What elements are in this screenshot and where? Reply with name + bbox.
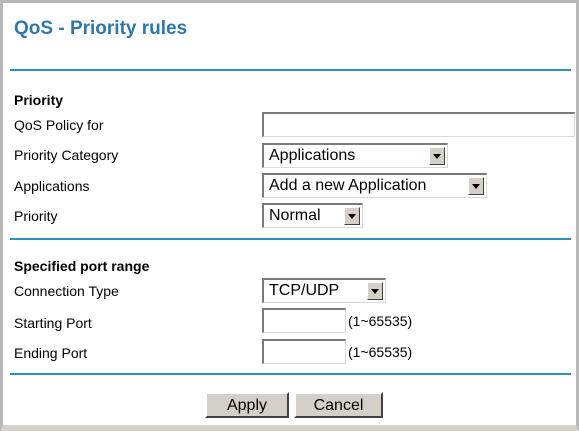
ending-port-input[interactable] (262, 339, 346, 364)
divider-middle (10, 238, 571, 240)
chevron-down-icon[interactable] (429, 147, 445, 165)
priority-section-heading: Priority (14, 92, 64, 108)
chevron-down-icon[interactable] (344, 207, 360, 225)
priority-select[interactable]: Normal (262, 203, 363, 228)
applications-label: Applications (14, 178, 90, 194)
connection-type-label: Connection Type (14, 283, 119, 299)
priority-category-value: Applications (269, 147, 356, 164)
priority-category-label: Priority Category (14, 147, 119, 163)
chevron-down-icon[interactable] (468, 177, 484, 195)
page-title: QoS - Priority rules (14, 18, 188, 39)
connection-type-value: TCP/UDP (269, 282, 340, 299)
ending-port-range-hint: (1~65535) (348, 344, 413, 360)
priority-label: Priority (14, 208, 58, 224)
qos-policy-label: QoS Policy for (14, 117, 104, 133)
qos-policy-input[interactable] (262, 112, 575, 137)
starting-port-input[interactable] (262, 308, 346, 333)
divider-top (10, 69, 571, 71)
divider-bottom (10, 373, 571, 375)
starting-port-label: Starting Port (14, 315, 92, 331)
priority-category-select[interactable]: Applications (262, 143, 448, 168)
chevron-down-icon[interactable] (367, 282, 383, 300)
priority-value: Normal (269, 207, 321, 224)
applications-value: Add a new Application (269, 177, 427, 194)
apply-button[interactable]: Apply (205, 392, 289, 418)
applications-select[interactable]: Add a new Application (262, 173, 487, 198)
connection-type-select[interactable]: TCP/UDP (262, 278, 386, 303)
starting-port-range-hint: (1~65535) (348, 313, 413, 329)
cancel-button[interactable]: Cancel (294, 392, 383, 418)
port-range-section-heading: Specified port range (14, 258, 150, 274)
ending-port-label: Ending Port (14, 345, 88, 361)
